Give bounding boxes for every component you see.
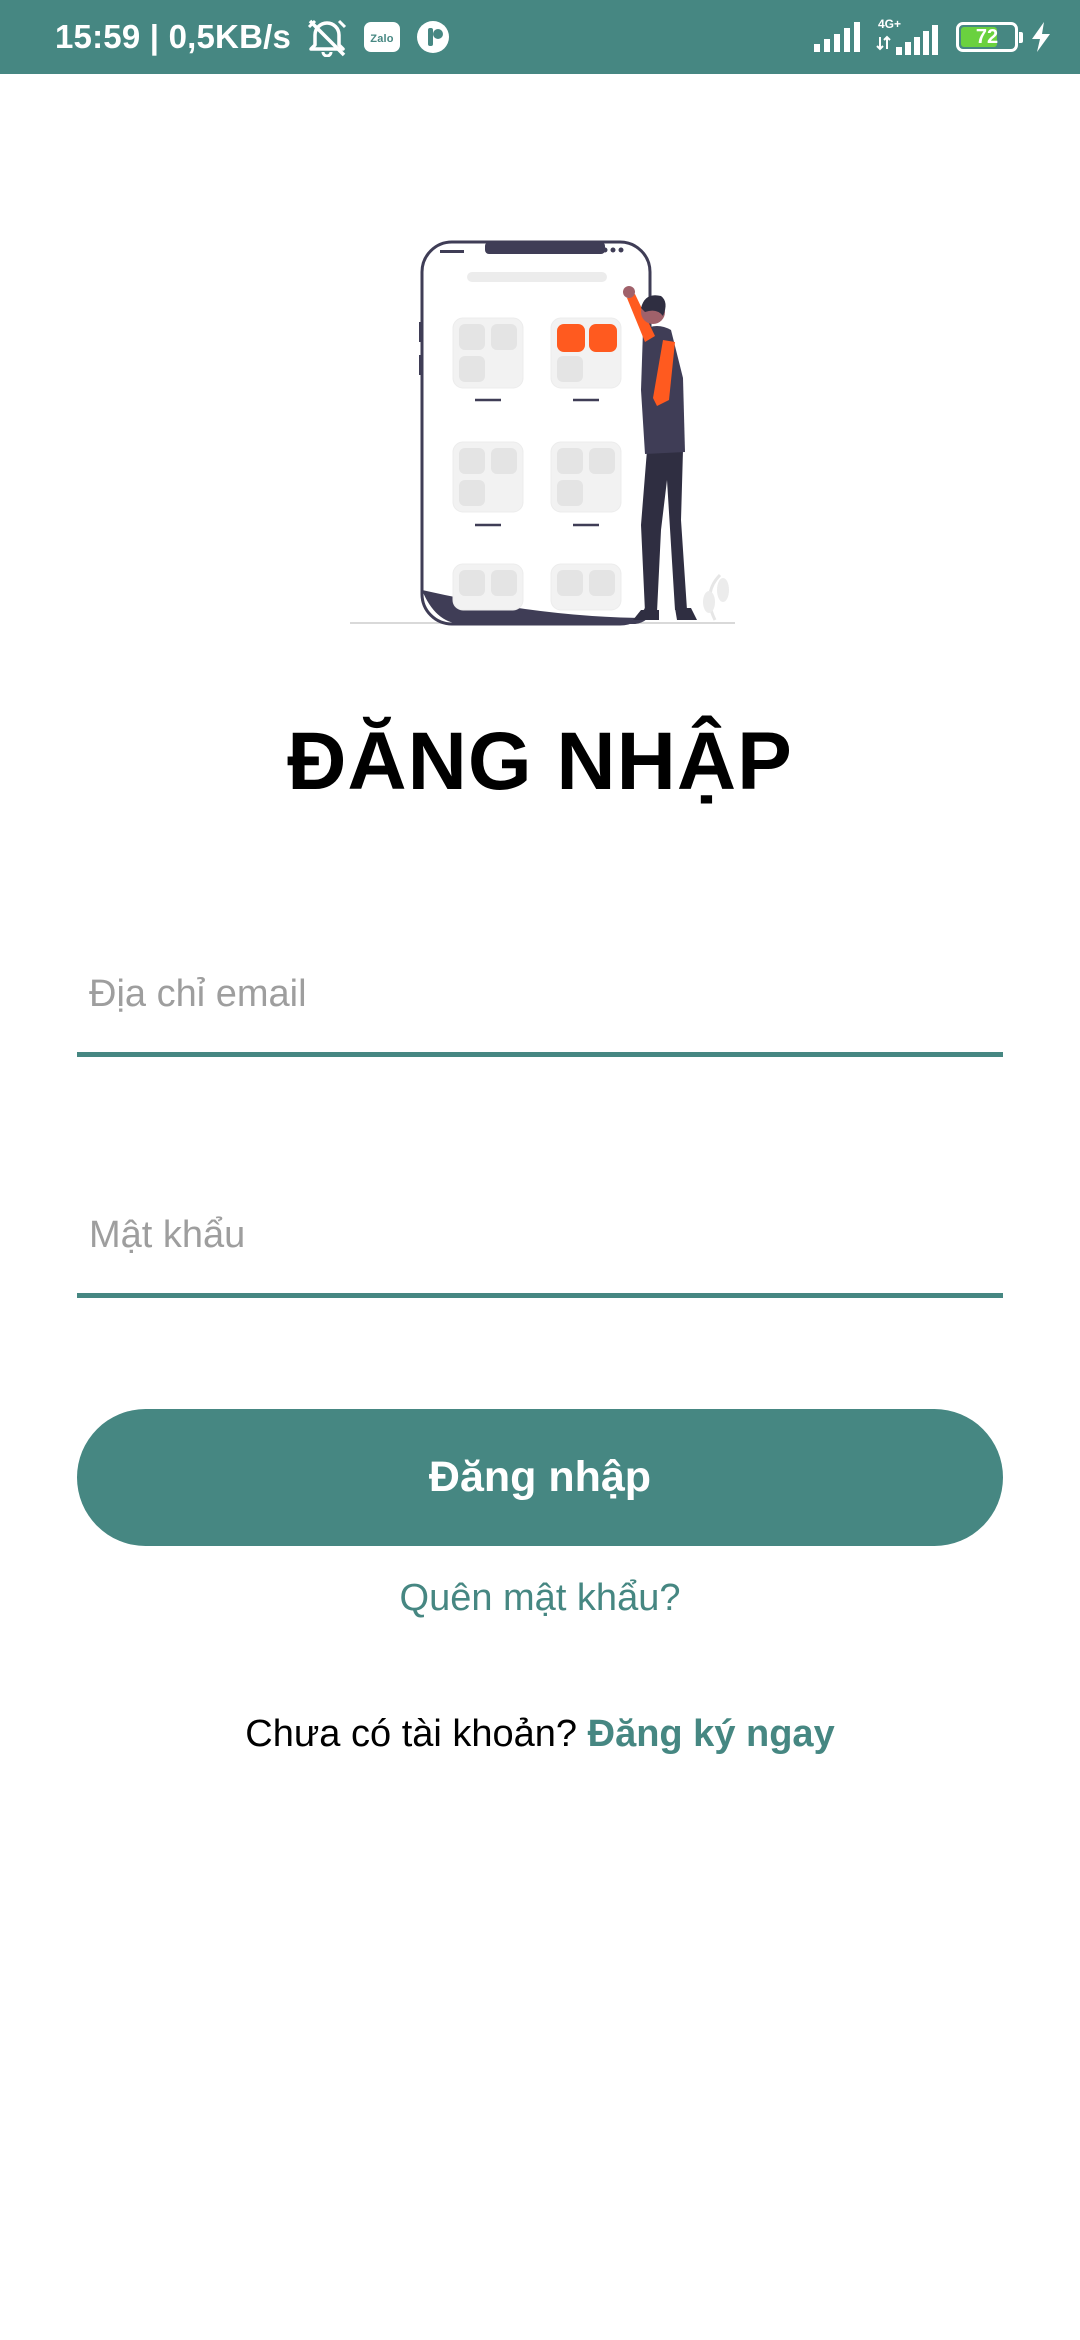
battery-nub [1019, 32, 1023, 43]
zalo-icon-label: Zalo [370, 33, 393, 45]
login-button[interactable]: Đăng nhập [77, 1409, 1003, 1546]
status-left: 15:59 | 0,5KB/s Zalo [55, 0, 451, 74]
time-and-speed: 15:59 | 0,5KB/s [55, 18, 292, 55]
signup-row: Chưa có tài khoản? Đăng ký ngay [0, 1713, 1080, 1756]
status-right: 4G+ 72 [802, 0, 1052, 74]
app-icon [415, 19, 451, 55]
battery-level: 72 [975, 25, 999, 48]
charging-icon [1030, 21, 1052, 53]
forgot-password-link[interactable]: Quên mật khẩu? [400, 1577, 681, 1619]
alarm-off-icon [305, 17, 349, 57]
password-field-container [77, 1183, 1003, 1298]
status-bar: 15:59 | 0,5KB/s Zalo 4G+ 72 [0, 0, 1080, 74]
signup-link[interactable]: Đăng ký ngay [588, 1713, 835, 1755]
no-account-text: Chưa có tài khoản? [245, 1713, 588, 1755]
page-title: ĐĂNG NHẬP [287, 716, 793, 807]
email-field-container [77, 942, 1003, 1057]
login-screen: 15:59 | 0,5KB/s Zalo 4G+ 72 ĐĂNG NHẬP Đị… [0, 0, 1080, 2340]
zalo-icon: Zalo [363, 21, 401, 53]
battery-icon: 72 [956, 22, 1023, 52]
phone-illustration [350, 240, 735, 626]
password-input[interactable] [89, 1183, 989, 1288]
email-input[interactable] [89, 942, 989, 1047]
forgot-password-row: Quên mật khẩu? [0, 1577, 1080, 1620]
signal-4g-icon: 4G+ [876, 17, 942, 57]
signal-icon [814, 22, 864, 52]
network-type-label: 4G+ [878, 17, 901, 31]
